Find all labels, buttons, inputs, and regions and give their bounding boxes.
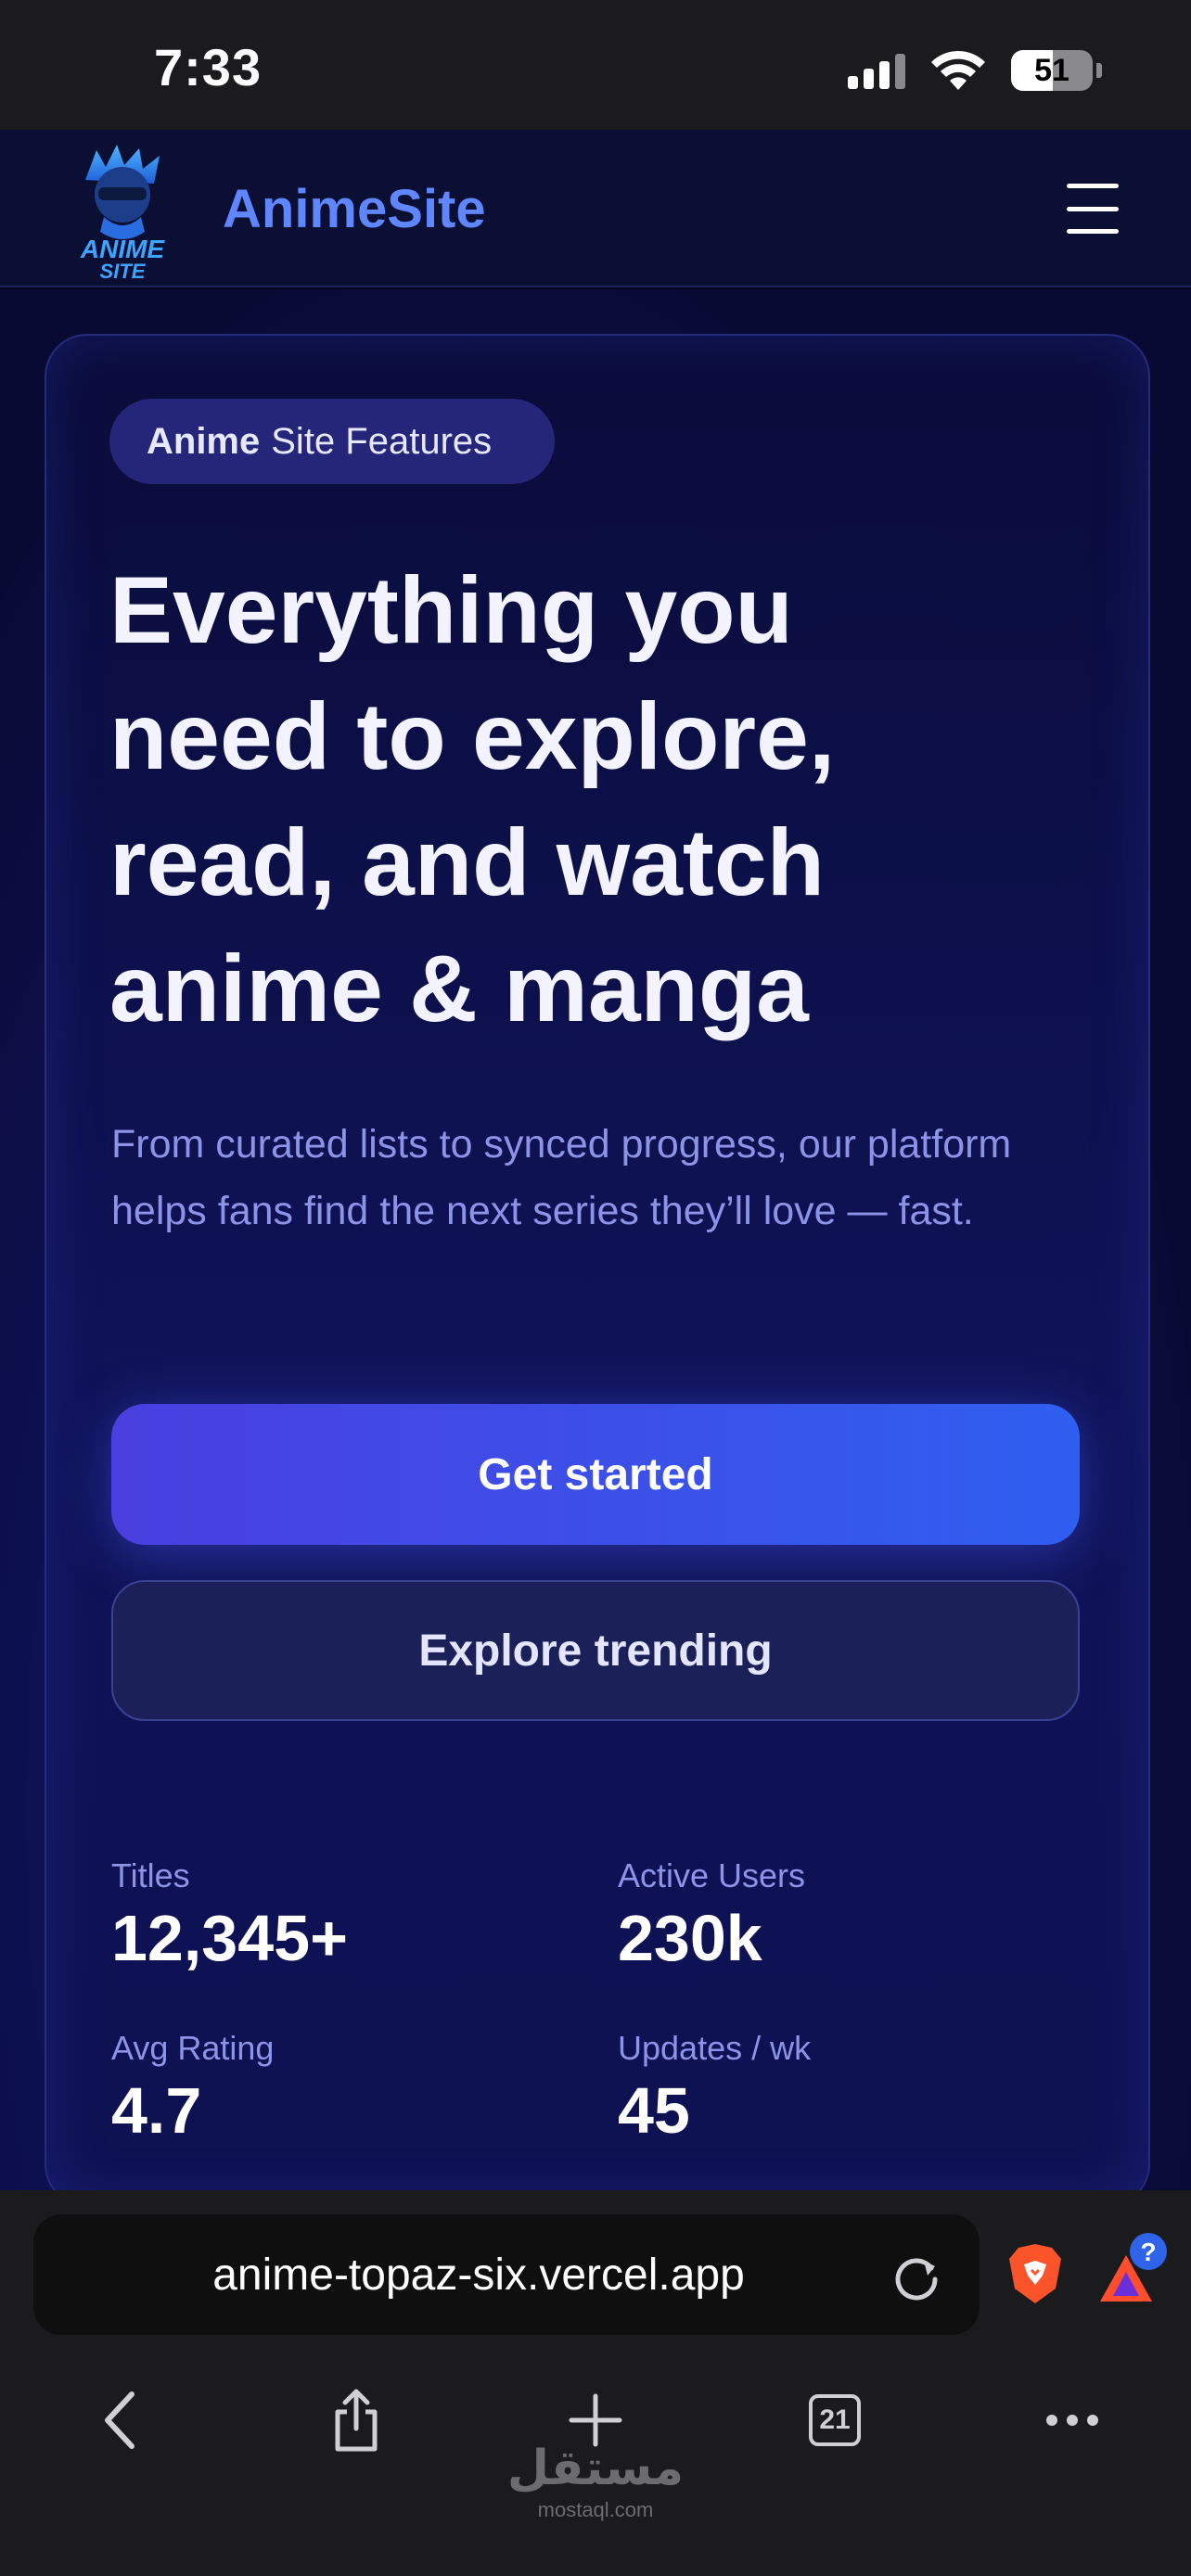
stat-avg-rating: Avg Rating 4.7 xyxy=(111,2029,274,2148)
pill-text: Site Features xyxy=(271,420,493,462)
stat-label: Updates / wk xyxy=(618,2029,812,2067)
stat-value: 45 xyxy=(618,2074,690,2147)
stat-titles: Titles 12,345+ xyxy=(111,1856,348,1975)
stat-label: Avg Rating xyxy=(111,2029,275,2067)
screen: 7:33 51 ANIME SITE AnimeSite Anime Site … xyxy=(0,0,1191,2576)
status-time: 7:33 xyxy=(154,38,263,96)
rewards-badge: ? xyxy=(1140,2238,1156,2266)
headline-line: need to explore, xyxy=(109,683,836,789)
status-icons: 51 xyxy=(848,43,1102,98)
features-pill: Anime Site Features xyxy=(109,399,555,484)
stat-value: 12,345+ xyxy=(111,1902,348,1974)
get-started-button[interactable]: Get started xyxy=(111,1404,1080,1545)
brand-name[interactable]: AnimeSite xyxy=(223,178,486,240)
stat-updates-per-week: Updates / wk 45 xyxy=(618,2029,811,2148)
headline-line: anime & manga xyxy=(109,936,809,1041)
logo-line2: SITE xyxy=(100,260,147,280)
status-bar: 7:33 51 xyxy=(0,0,1191,130)
battery-percent: 51 xyxy=(1034,52,1069,88)
headline-line: Everything you xyxy=(109,557,793,663)
hamburger-menu-icon[interactable] xyxy=(1067,184,1119,234)
brave-shields-icon[interactable] xyxy=(1007,2242,1063,2305)
stat-active-users: Active Users 230k xyxy=(618,1856,805,1975)
stat-label: Active Users xyxy=(618,1856,806,1894)
pill-bold-text: Anime xyxy=(147,420,261,462)
site-header: ANIME SITE AnimeSite xyxy=(0,130,1191,287)
watermark-latin: mostaql.com xyxy=(537,2498,654,2521)
battery-icon: 51 xyxy=(1011,50,1093,91)
url-text[interactable]: anime-topaz-six.vercel.app xyxy=(33,2214,980,2335)
watermark-arabic: مستقل xyxy=(506,2442,685,2495)
tab-count: 21 xyxy=(809,2394,861,2446)
brave-rewards-icon[interactable]: ? xyxy=(1095,2231,1171,2307)
stat-value: 4.7 xyxy=(111,2074,202,2147)
reload-icon[interactable] xyxy=(890,2251,942,2303)
explore-trending-button[interactable]: Explore trending xyxy=(111,1580,1080,1721)
battery-tip xyxy=(1096,63,1102,78)
wifi-icon xyxy=(931,50,985,90)
stat-label: Titles xyxy=(111,1856,190,1894)
stat-value: 230k xyxy=(618,1902,762,1974)
headline-line: read, and watch xyxy=(109,810,825,915)
hero-subtext: From curated lists to synced progress, o… xyxy=(111,1122,1012,1233)
hero-headline: Everything you need to explore, read, an… xyxy=(109,547,1111,1052)
cellular-signal-icon xyxy=(848,52,905,89)
anime-site-logo-icon[interactable]: ANIME SITE xyxy=(67,143,178,280)
